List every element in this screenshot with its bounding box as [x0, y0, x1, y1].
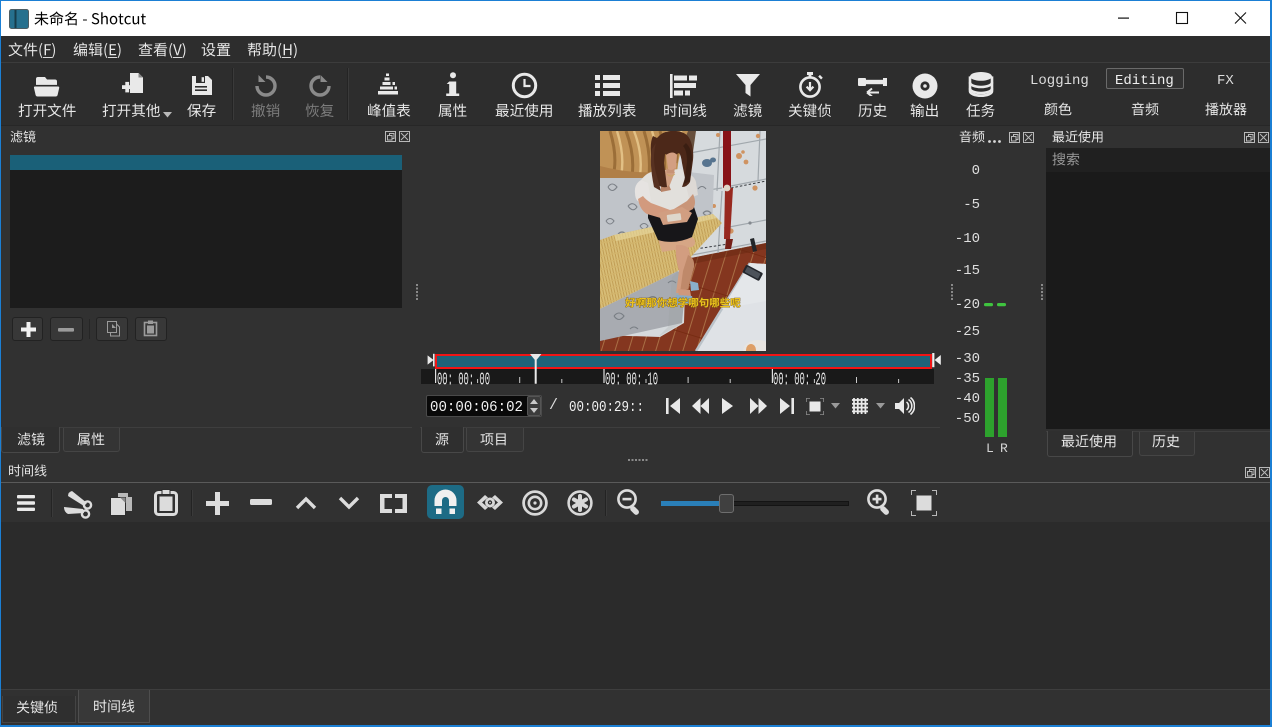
svg-text:00:00:06:02: 00:00:06:02: [430, 399, 523, 416]
svg-text:00: 00: 20: 00: 00: 20: [773, 370, 826, 386]
svg-text:00:00:29::: 00:00:29::: [569, 399, 644, 416]
svg-text:00: 00: 00: 00: 00: 00: [437, 370, 490, 386]
svg-text:00: 00: 10: 00: 00: 10: [605, 370, 658, 386]
